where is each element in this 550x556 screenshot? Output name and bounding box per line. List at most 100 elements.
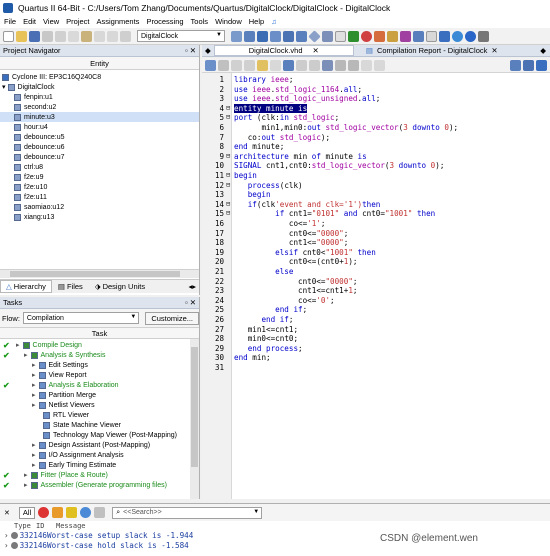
tab-scroll-right-icon[interactable]: ◆ [540,46,550,55]
menu-assignments[interactable]: Assignments [97,17,140,26]
code-line[interactable]: end minute; [234,142,284,151]
task-row[interactable]: ▸ Design Assistant (Post-Mapping) [0,440,199,450]
view-max-icon[interactable] [536,59,547,71]
panel-close-icon[interactable]: ▫ ✕ [185,46,196,55]
save-icon[interactable] [29,30,40,42]
code-line[interactable]: port (clk:in std_logic; [234,113,339,122]
comment-icon[interactable] [296,59,307,71]
code-line[interactable]: begin [234,190,271,199]
code-line[interactable]: min1<=cnt1; [234,325,298,334]
code-line[interactable]: entity minute is [234,103,308,113]
bookmark-icon[interactable] [283,59,294,71]
warning-filter-icon[interactable] [66,507,78,518]
code-line[interactable]: end if; [234,305,307,314]
tab-overflow-icon[interactable]: ◂▸ [188,282,196,291]
expand-icon[interactable]: ▸ [32,391,36,399]
fold-toggle-icon[interactable]: ⊟ [226,181,230,189]
critical-warning-filter-icon[interactable] [52,507,64,518]
task-row[interactable]: Technology Map Viewer (Post-Mapping) [0,430,199,440]
extra-icon[interactable] [478,30,489,42]
new-file-icon[interactable] [3,30,14,42]
chip-planner-icon[interactable] [244,30,255,42]
code-line[interactable]: SIGNAL cnt1,cnt0:std_logic_vector(3 down… [234,161,444,170]
device-row[interactable]: Cyclone III: EP3C16Q240C8 [0,72,199,82]
stop-icon[interactable] [335,30,346,42]
code-line[interactable]: cnt1<="0000"; [234,238,348,247]
compile-icon[interactable] [322,30,333,42]
tcl-icon[interactable] [296,30,307,42]
menu-project[interactable]: Project [66,17,89,26]
menu-tools[interactable]: Tools [191,17,209,26]
code-line[interactable]: cnt0<="0000"; [234,229,348,238]
customize-button[interactable]: Customize... [145,311,199,325]
menu-edit[interactable]: Edit [23,17,36,26]
tab-hierarchy[interactable]: △ Hierarchy [0,280,52,293]
uppercase-icon[interactable] [361,59,372,71]
tree-root[interactable]: ▾ DigitalClock [0,82,199,92]
menu-view[interactable]: View [43,17,59,26]
find-icon[interactable] [257,59,268,71]
task-row[interactable]: ✔ ▸ Fitter (Place & Route) [0,470,199,480]
insert-icon[interactable] [348,59,359,71]
settings-icon[interactable] [231,30,242,42]
diamond-icon[interactable] [308,29,321,43]
replace-icon[interactable] [270,59,281,71]
tree-item[interactable]: f2e:u11 [0,192,199,202]
project-selector[interactable]: DigitalClock ▼ [137,30,225,42]
task-row[interactable]: ▸ Early Timing Estimate [0,460,199,470]
code-line[interactable]: else [234,267,293,276]
collapse-icon[interactable]: ▾ [2,83,6,91]
code-editor[interactable]: 1 library ieee; 2 use ieee.std_logic_1164.a… [202,73,550,499]
task-row[interactable]: RTL Viewer [0,410,199,420]
menu-file[interactable]: File [4,17,16,26]
close-tab-icon[interactable]: ✕ [491,46,497,55]
design-partition-icon[interactable] [283,30,294,42]
waveform-icon[interactable] [400,30,411,42]
tab-design-units[interactable]: ⬗ Design Units [89,282,151,291]
copy-icon[interactable] [68,30,79,42]
code-line[interactable]: co<='0'; [234,296,335,305]
programmer-icon[interactable] [426,30,437,42]
simulator-icon[interactable] [413,30,424,42]
editor-save-icon[interactable] [205,59,216,71]
task-column-header[interactable]: Task [0,327,199,339]
tab-compilation-report[interactable]: ▤ Compilation Report - DigitalClock ✕ [357,45,507,56]
fold-toggle-icon[interactable]: ⊟ [226,113,230,121]
info-filter-icon[interactable] [80,507,92,518]
tree-item[interactable]: minute:u3 [0,112,199,122]
code-line[interactable]: begin [234,171,257,180]
task-row[interactable]: ▸ Netlist Viewers [0,400,199,410]
tree-item[interactable]: f2e:u10 [0,182,199,192]
code-line[interactable]: use ieee.std_logic_1164.all; [234,85,362,94]
panel-close-icon[interactable]: ▫ ✕ [185,298,196,307]
code-line[interactable]: cnt1<=cnt1+1; [234,286,357,295]
code-line[interactable]: end min; [234,353,271,362]
outdent-icon[interactable] [244,59,255,71]
expand-icon[interactable]: ▸ [24,351,28,359]
expand-icon[interactable]: ▸ [32,401,36,409]
navigator-hscroll[interactable] [0,269,199,278]
task-row[interactable]: ✔ ▸ Analysis & Elaboration [0,380,199,390]
expand-icon[interactable]: ▸ [32,461,36,469]
paste-icon[interactable] [81,30,92,42]
code-line[interactable]: process(clk) [234,181,303,190]
expand-icon[interactable]: ▸ [32,381,36,389]
task-row[interactable]: ✔ ▸ Analysis & Synthesis [0,350,199,360]
code-line[interactable]: end if; [234,315,293,324]
tree-item[interactable]: debounce:u6 [0,142,199,152]
code-line[interactable]: co:out std_logic); [234,133,330,142]
chip-icon[interactable] [439,30,450,42]
close-tab-icon[interactable]: ✕ [313,46,319,55]
error-filter-icon[interactable] [38,507,50,518]
task-row[interactable]: ▸ View Report [0,370,199,380]
tasks-vscroll-thumb[interactable] [191,347,198,467]
expand-icon[interactable]: › [4,531,9,540]
timing-analyzer-icon[interactable] [374,30,385,42]
fold-toggle-icon[interactable]: ⊟ [226,200,230,208]
task-row[interactable]: ✔ ▸ Compile Design [0,340,199,350]
print-icon[interactable] [42,30,53,42]
filter-all-button[interactable]: All [18,506,36,519]
view-split-icon[interactable] [510,59,521,71]
code-line[interactable]: min0<=cnt0; [234,334,298,343]
fold-toggle-icon[interactable]: ⊟ [226,152,230,160]
